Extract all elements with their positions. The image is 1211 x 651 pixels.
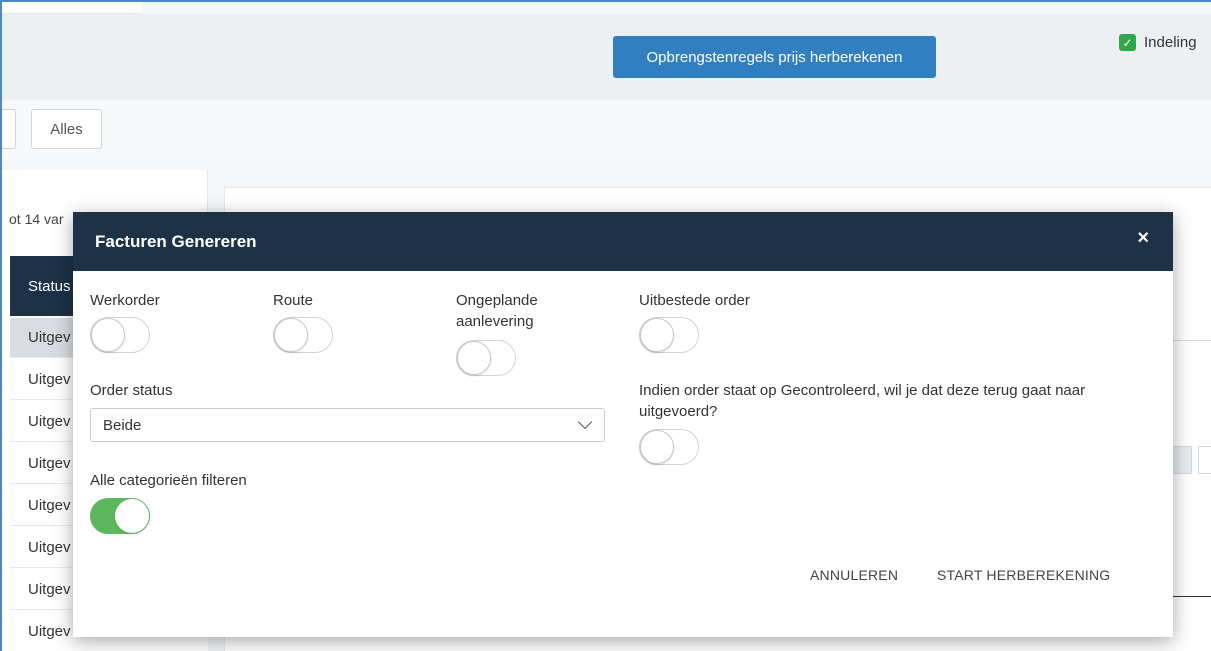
- detail-divider: [1172, 340, 1211, 341]
- filter-all-button[interactable]: Alles: [31, 109, 102, 149]
- page-header: [2, 14, 1211, 100]
- top-tab-strip: [2, 2, 142, 14]
- all-categories-filter-label: Alle categorieën filteren: [90, 472, 247, 489]
- detail-input-partial[interactable]: [1172, 446, 1192, 474]
- cancel-button[interactable]: ANNULEREN: [810, 567, 898, 583]
- detail-button-partial[interactable]: [1198, 446, 1211, 474]
- layout-toggle[interactable]: ✓ Indeling: [1119, 34, 1197, 51]
- ongeplande-aanlevering-toggle[interactable]: [456, 340, 516, 376]
- toggle-knob: [115, 499, 149, 533]
- ongeplande-aanlevering-label: Ongeplande aanlevering: [456, 292, 538, 330]
- toggle-knob: [640, 318, 674, 352]
- werkorder-label: Werkorder: [90, 292, 160, 309]
- toggle-knob: [274, 318, 308, 352]
- route-toggle[interactable]: [273, 317, 333, 353]
- start-recalculation-button[interactable]: START HERBEREKENING: [937, 567, 1110, 583]
- werkorder-toggle[interactable]: [90, 317, 150, 353]
- toggle-knob: [91, 318, 125, 352]
- toggle-knob: [640, 430, 674, 464]
- chevron-down-icon: [577, 414, 593, 430]
- gecontroleerd-question-label: Indien order staat op Gecontroleerd, wil…: [639, 382, 1086, 420]
- gecontroleerd-toggle[interactable]: [639, 429, 699, 465]
- close-icon[interactable]: ×: [1137, 228, 1149, 248]
- filter-button-partial[interactable]: [2, 109, 16, 149]
- uitbestede-order-label: Uitbestede order: [639, 292, 750, 309]
- toggle-knob: [457, 341, 491, 375]
- order-status-value: Beide: [103, 416, 142, 434]
- checkbox-checked-icon[interactable]: ✓: [1119, 34, 1136, 51]
- all-categories-filter-toggle[interactable]: [90, 498, 150, 534]
- order-status-label: Order status: [90, 382, 173, 399]
- uitbestede-order-toggle[interactable]: [639, 317, 699, 353]
- route-label: Route: [273, 292, 314, 309]
- detail-underline: [1172, 596, 1211, 597]
- dialog-header: Facturen Genereren ×: [73, 212, 1173, 271]
- order-status-select[interactable]: Beide: [90, 408, 605, 442]
- pagination-range-text: ot 14 var: [9, 211, 64, 227]
- layout-label: Indeling: [1144, 34, 1197, 51]
- app-window: Opbrengstenregels prijs herberekenen ✓ I…: [0, 0, 1211, 651]
- recalc-revenue-rules-button[interactable]: Opbrengstenregels prijs herberekenen: [613, 36, 936, 78]
- generate-invoices-dialog: Facturen Genereren × Werkorder Route Ong…: [73, 212, 1173, 637]
- dialog-title: Facturen Genereren: [95, 231, 257, 251]
- filter-bar: [2, 100, 1211, 160]
